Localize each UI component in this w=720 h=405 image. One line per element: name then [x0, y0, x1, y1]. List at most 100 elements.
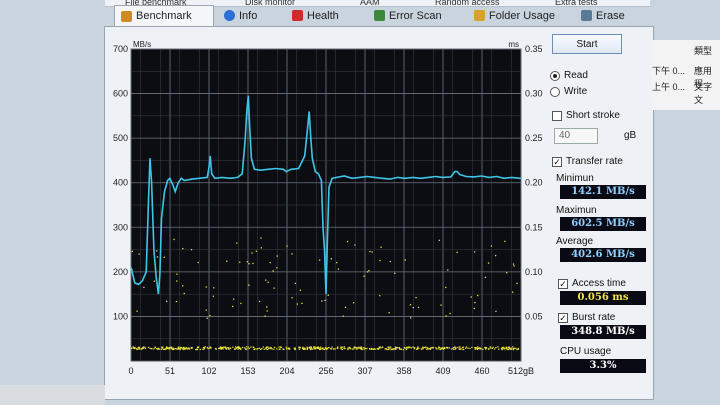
access-time-point: [384, 348, 386, 350]
access-time-point: [495, 346, 497, 349]
access-time-point: [490, 245, 493, 247]
access-time-point: [462, 346, 465, 348]
start-button[interactable]: Start: [552, 34, 622, 54]
access-time-point: [343, 347, 345, 349]
access-time-point: [310, 346, 312, 348]
access-time-value: 0.056 ms: [560, 291, 646, 305]
access-time-point: [285, 346, 288, 348]
tab-benchmark[interactable]: Benchmark: [114, 5, 214, 26]
access-time-point: [205, 286, 207, 288]
tab-info[interactable]: Info: [218, 6, 280, 25]
average-value: 402.6 MB/s: [560, 248, 646, 262]
access-time-point: [248, 284, 250, 286]
tab-erase[interactable]: Erase: [575, 6, 635, 25]
access-time-point: [465, 347, 467, 349]
access-time-point: [320, 346, 322, 348]
access-time-point: [432, 346, 434, 349]
access-time-point: [348, 346, 351, 348]
access-time-point: [327, 346, 330, 349]
access-time-point: [492, 346, 494, 348]
read-radio-dot[interactable]: [550, 70, 560, 81]
write-radio[interactable]: Write: [550, 86, 587, 97]
access-time-point: [422, 348, 424, 350]
access-time-point: [246, 348, 248, 350]
access-time-point: [342, 315, 344, 317]
y-tick-label-right: 0.30: [525, 89, 543, 99]
access-time-point: [291, 253, 293, 255]
access-time-point: [168, 348, 170, 350]
access-time-point: [177, 346, 179, 348]
access-time-point: [171, 347, 173, 349]
access-time-point: [273, 287, 275, 289]
access-time-point: [170, 346, 173, 348]
access-time-point: [449, 312, 451, 315]
access-time-point: [265, 348, 267, 350]
access-time-point: [506, 348, 508, 350]
transfer-rate-checkbox[interactable]: ✓ Transfer rate: [552, 156, 623, 167]
access-time-point: [212, 295, 214, 297]
access-time-point: [388, 312, 390, 314]
tab-folder-usage[interactable]: Folder Usage: [468, 6, 568, 25]
access-time-point: [422, 346, 424, 348]
access-time-point: [276, 348, 278, 350]
access-time-point: [252, 346, 254, 348]
short-stroke-box[interactable]: [552, 110, 562, 121]
access-time-point: [166, 346, 168, 349]
access-time-point: [219, 346, 222, 348]
access-time-point: [430, 347, 432, 349]
bg-row-2-date: 上午 0...: [652, 82, 686, 92]
access-time-point: [326, 348, 328, 350]
access-time-point: [226, 260, 228, 262]
access-time-point: [410, 347, 413, 349]
burst-rate-checkbox[interactable]: ✓ Burst rate: [558, 312, 615, 323]
access-time-checkbox[interactable]: ✓ Access time: [558, 278, 626, 289]
access-time-point: [489, 346, 492, 348]
access-time-point: [389, 260, 391, 263]
access-time-point: [255, 250, 257, 252]
y-tick-label-left: 700: [113, 44, 128, 54]
access-time-point: [207, 348, 209, 350]
access-time-point: [133, 347, 136, 349]
access-time-point: [437, 348, 439, 350]
tab-error-scan[interactable]: Error Scan: [368, 6, 462, 25]
write-radio-dot[interactable]: [550, 86, 560, 97]
access-time-point: [404, 259, 406, 261]
access-time-point: [334, 348, 336, 350]
access-time-point: [417, 306, 420, 309]
access-time-point: [271, 348, 273, 350]
y-tick-label-right: 0.35: [525, 44, 543, 54]
main-tab-bar: Benchmark Info Health Error Scan Folder Usag…: [110, 5, 650, 26]
access-time-point: [445, 286, 447, 289]
x-tick-label: 204: [279, 366, 294, 376]
access-time-point: [258, 347, 261, 349]
access-time-point: [340, 347, 342, 349]
access-time-point: [321, 300, 323, 302]
access-time-point: [487, 262, 490, 264]
access-time-point: [330, 348, 333, 350]
access-time-point: [260, 247, 262, 249]
y-tick-label-right: 0.15: [525, 222, 543, 232]
tab-health[interactable]: Health: [286, 6, 362, 25]
access-time-point: [236, 242, 238, 244]
taskbar: [0, 385, 105, 405]
access-time-box[interactable]: ✓: [558, 278, 568, 289]
access-time-point: [346, 240, 349, 243]
access-time-point: [199, 348, 202, 351]
access-time-point: [246, 261, 249, 263]
access-time-point: [467, 347, 469, 349]
access-time-point: [240, 348, 242, 351]
access-time-point: [244, 348, 247, 350]
access-time-point: [174, 348, 177, 350]
access-time-point: [354, 346, 356, 348]
access-time-point: [265, 347, 268, 349]
short-stroke-size-input[interactable]: 40: [554, 128, 598, 144]
transfer-rate-box[interactable]: ✓: [552, 156, 562, 167]
access-time-point: [324, 347, 327, 349]
read-radio[interactable]: Read: [550, 70, 588, 81]
y-tick-label-right: 0.10: [525, 267, 543, 277]
burst-rate-box[interactable]: ✓: [558, 312, 568, 323]
access-time-point: [476, 348, 479, 351]
short-stroke-checkbox[interactable]: Short stroke: [552, 110, 620, 121]
access-time-point: [403, 346, 406, 349]
access-time-point: [306, 346, 308, 348]
